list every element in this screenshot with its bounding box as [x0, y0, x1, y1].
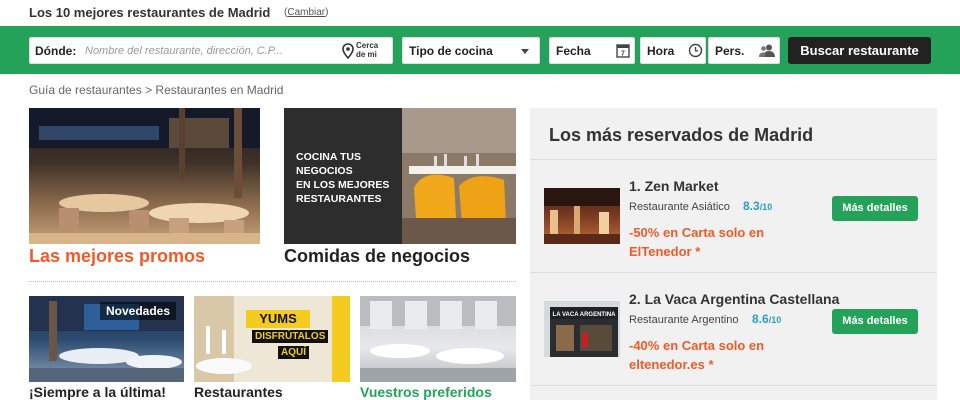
favourites-image[interactable]: [360, 296, 516, 382]
thumb-sign-text: LA VACA ARGENTINA: [553, 312, 617, 318]
news-badge: Novedades: [99, 302, 176, 320]
restaurant-thumbnail[interactable]: [544, 188, 620, 244]
most-booked-title: Los más reservados de Madrid: [549, 125, 814, 145]
restaurant-type: Restaurante Argentino: [629, 314, 739, 326]
near-me-label: Cerca de mi: [356, 41, 379, 59]
restaurant-name[interactable]: 2. La Vaca Argentina Castellana: [629, 291, 839, 307]
restaurant-promo: -50% en Carta solo en ElTenedor *: [629, 225, 765, 259]
cuisine-label: Tipo de cocina: [409, 44, 493, 58]
news-caption[interactable]: ¡Siempre a la última!: [29, 384, 166, 400]
section-divider: [29, 281, 516, 282]
yums-badge-line3: AQUÍ: [278, 346, 309, 359]
favourites-caption[interactable]: Vuestros preferidos: [360, 384, 492, 400]
feature-card-favourites[interactable]: Vuestros preferidos: [360, 296, 516, 400]
time-field[interactable]: Hora: [640, 37, 706, 64]
feature-card-business[interactable]: COCINA TUS NEGOCIOS EN LOS MEJORES RESTA…: [284, 108, 516, 268]
news-image[interactable]: Novedades: [29, 296, 184, 382]
people-label: Pers.: [715, 44, 745, 58]
business-caption[interactable]: Comidas de negocios: [284, 246, 470, 267]
restaurant-score: 8.6/10: [752, 312, 782, 326]
calendar-icon: 7: [616, 44, 630, 58]
restaurant-score: 8.3/10: [743, 199, 773, 213]
most-booked-header: Los más reservados de Madrid: [530, 108, 937, 160]
where-placeholder[interactable]: Nombre del restaurante, dirección, C.P..…: [85, 45, 283, 57]
time-label: Hora: [647, 44, 675, 58]
restaurant-type: Restaurante Asiático: [629, 201, 730, 213]
svg-text:7: 7: [621, 51, 625, 58]
where-label: Dónde:: [35, 44, 77, 58]
people-icon: [759, 44, 775, 57]
promos-caption[interactable]: Las mejores promos: [29, 246, 205, 267]
search-bar: Dónde: Nombre del restaurante, dirección…: [0, 26, 960, 74]
yums-badge: YUMS: [246, 310, 310, 328]
more-details-button[interactable]: Más detalles: [832, 196, 918, 221]
yums-badge-line2: DISFRÚTALOS: [252, 330, 329, 343]
restaurant-item[interactable]: 1. Zen Market Restaurante Asiático 8.3/1…: [530, 161, 937, 273]
clock-icon: [688, 43, 703, 58]
top-bar: Los 10 mejores restaurantes de Madrid (C…: [0, 0, 960, 26]
change-city-link[interactable]: (Cambiar): [284, 7, 328, 18]
feature-card-news[interactable]: Novedades ¡Siempre a la última!: [29, 296, 184, 400]
where-field[interactable]: Dónde: Nombre del restaurante, dirección…: [29, 37, 393, 64]
restaurant-thumbnail[interactable]: LA VACA ARGENTINA: [544, 301, 620, 357]
restaurant-name[interactable]: 1. Zen Market: [629, 178, 718, 194]
yums-image[interactable]: YUMS DISFRÚTALOS AQUÍ: [194, 296, 350, 382]
business-image[interactable]: COCINA TUS NEGOCIOS EN LOS MEJORES RESTA…: [284, 108, 516, 244]
date-field[interactable]: Fecha 7: [549, 37, 635, 64]
yums-caption[interactable]: Restaurantes: [194, 384, 283, 400]
breadcrumb[interactable]: Guía de restaurantes > Restaurantes en M…: [29, 83, 283, 97]
business-overlay-text: COCINA TUS NEGOCIOS EN LOS MEJORES RESTA…: [296, 151, 390, 205]
date-label: Fecha: [556, 44, 591, 58]
search-restaurant-button[interactable]: Buscar restaurante: [788, 37, 931, 64]
location-pin-icon: [342, 43, 354, 59]
feature-card-promos[interactable]: Las mejores promos: [29, 108, 260, 268]
people-field[interactable]: Pers.: [708, 37, 780, 64]
most-booked-panel: Los más reservados de Madrid 1. Zen Mark…: [530, 108, 937, 400]
promos-image[interactable]: [29, 108, 260, 244]
near-me-button[interactable]: Cerca de mi: [342, 40, 392, 62]
chevron-down-icon: [521, 49, 529, 54]
page-title: Los 10 mejores restaurantes de Madrid: [29, 5, 271, 20]
restaurant-promo: -40% en Carta solo en eltenedor.es *: [629, 338, 765, 372]
restaurant-item[interactable]: LA VACA ARGENTINA 2. La Vaca Argentina C…: [530, 274, 937, 386]
feature-card-yums[interactable]: YUMS DISFRÚTALOS AQUÍ Restaurantes: [194, 296, 350, 400]
cuisine-select[interactable]: Tipo de cocina: [402, 37, 540, 64]
more-details-button[interactable]: Más detalles: [832, 309, 918, 334]
